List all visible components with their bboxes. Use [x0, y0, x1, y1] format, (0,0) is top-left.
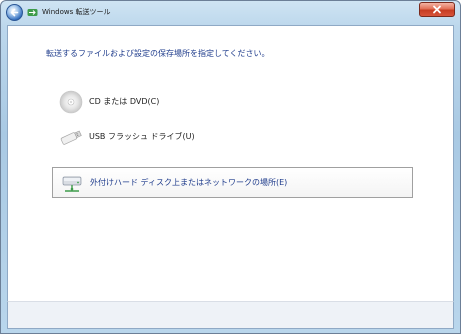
close-button[interactable] [419, 2, 455, 17]
cd-dvd-icon [59, 90, 83, 114]
external-disk-network-icon [62, 176, 82, 192]
window-title: Windows 転送ツール [42, 8, 111, 16]
option-external-disk-network-label: 外付けハード ディスク上またはネットワークの場所(E) [90, 178, 288, 187]
title-bar: Windows 転送ツール [1, 1, 460, 25]
back-arrow-icon [10, 8, 19, 17]
option-usb-drive-label: USB フラッシュ ドライブ(U) [89, 132, 195, 141]
transfer-app-icon [27, 9, 38, 16]
back-button[interactable] [6, 4, 23, 21]
page-heading: 転送するファイルおよび設定の保存場所を指定してください。 [46, 49, 270, 58]
transfer-tool-window: Windows 転送ツール 転送するファイルおよび設定の保存場所を指定してくださ… [0, 0, 461, 334]
usb-drive-icon [60, 130, 82, 145]
footer-bar [7, 301, 454, 329]
close-icon [433, 5, 441, 14]
content-panel [7, 25, 454, 302]
option-external-disk-network[interactable]: 外付けハード ディスク上またはネットワークの場所(E) [52, 167, 413, 198]
option-cd-dvd-label: CD または DVD(C) [89, 97, 160, 106]
option-cd-dvd[interactable]: CD または DVD(C) [52, 87, 413, 118]
option-usb-drive[interactable]: USB フラッシュ ドライブ(U) [52, 122, 413, 153]
